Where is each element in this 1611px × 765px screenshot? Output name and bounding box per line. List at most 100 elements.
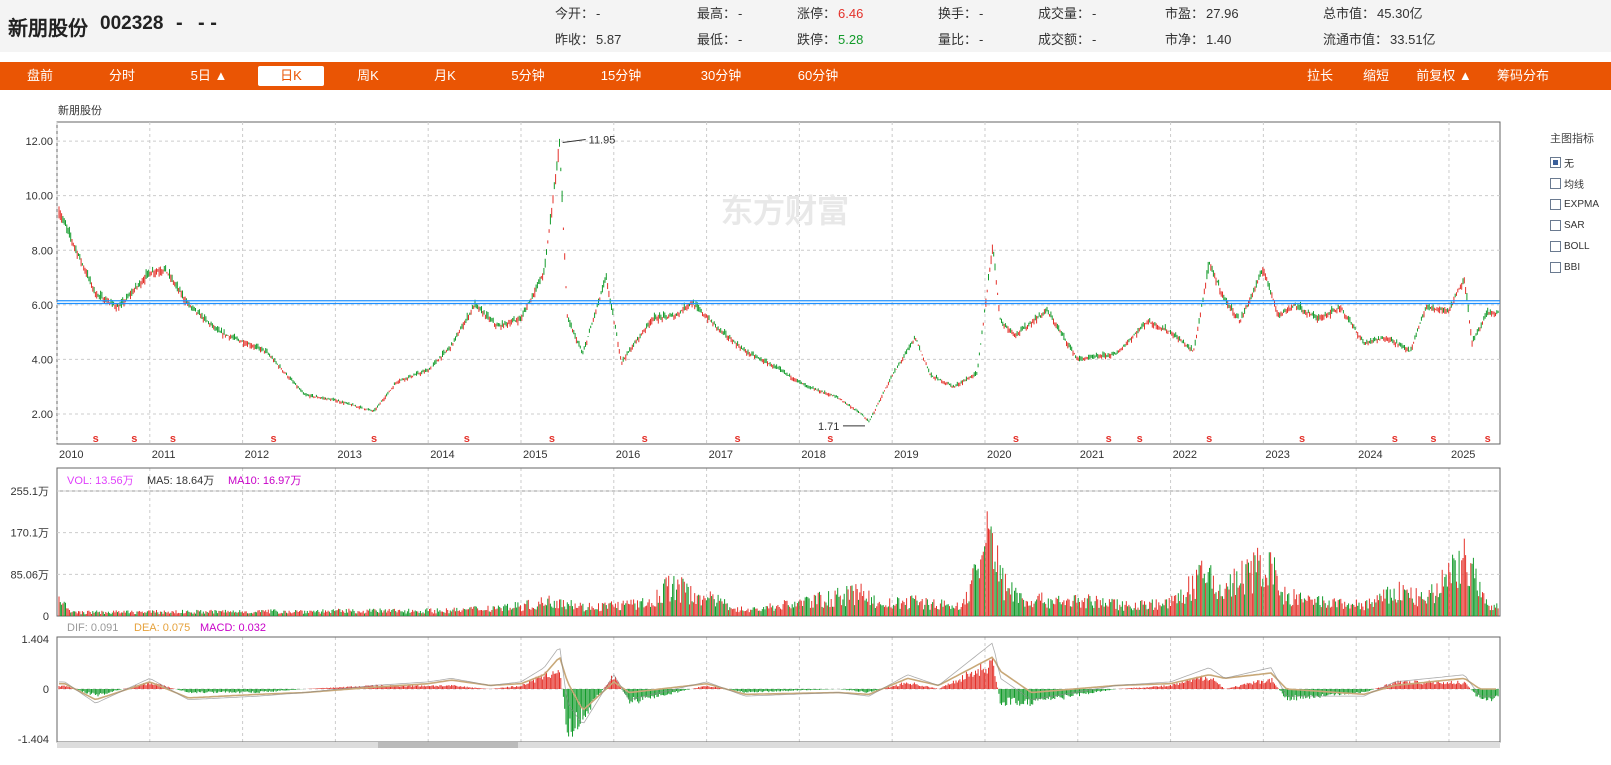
volume-legend: VOL: 13.56万 <box>67 475 134 487</box>
quote-item: 跌停： 5.28 <box>797 29 863 48</box>
dividend-marker: s <box>464 433 470 445</box>
checkbox-icon[interactable] <box>1550 178 1561 189</box>
quote-item: 换手： - <box>938 3 983 22</box>
annotation-label: 11.95 <box>589 134 616 146</box>
tab-1[interactable]: 分时 <box>92 66 152 86</box>
price-frame <box>56 121 1501 445</box>
volume-legend: MA10: 16.97万 <box>228 475 301 487</box>
checkbox-icon[interactable] <box>1550 199 1561 210</box>
tab-3[interactable]: 日K <box>258 66 324 86</box>
dividend-marker: s <box>131 433 137 445</box>
quote-value: - <box>1092 6 1097 21</box>
x-tick-label: 2012 <box>245 449 269 461</box>
quote-item: 成交额： - <box>1038 29 1096 48</box>
right-tab-3[interactable]: 筹码分布 <box>1490 66 1556 86</box>
x-tick-label: 2018 <box>801 449 825 461</box>
chart-title: 新朋股份 <box>58 103 102 117</box>
macd-legend: DEA: 0.075 <box>134 622 190 634</box>
x-tick-label: 2024 <box>1358 449 1382 461</box>
scrollbar-track <box>57 742 1500 748</box>
x-tick-label: 2023 <box>1265 449 1289 461</box>
dividend-marker: s <box>827 433 833 445</box>
right-tab-0[interactable]: 拉长 <box>1298 66 1342 86</box>
stock-header: 新朋股份 002328 - - - 今开： - 最高： - 涨停： 6.46 换手： - 成交量… <box>0 0 1611 52</box>
tab-7[interactable]: 15分钟 <box>583 66 659 86</box>
quote-value: 1.40 <box>1206 32 1232 47</box>
indicator-option[interactable]: SAR <box>1550 215 1611 236</box>
y-tick-label: 10.00 <box>25 191 53 203</box>
tab-5[interactable]: 月K <box>413 66 477 86</box>
quote-value: - <box>979 6 984 21</box>
checkbox-icon[interactable] <box>1550 241 1561 252</box>
right-tab-2[interactable]: 前复权 ▲ <box>1408 66 1480 86</box>
indicator-option[interactable]: BBI <box>1550 257 1611 278</box>
dividend-marker: s <box>371 433 377 445</box>
tab-2[interactable]: 5日 ▲ <box>176 66 242 86</box>
macd-y-tick: -1.404 <box>18 734 49 746</box>
dividend-marker: s <box>1299 433 1305 445</box>
quote-item: 市盈： 27.96 <box>1165 3 1239 22</box>
indicator-option[interactable]: BOLL <box>1550 236 1611 257</box>
macd-y-tick: 1.404 <box>21 634 49 646</box>
quote-value: 5.28 <box>838 32 864 47</box>
x-tick-label: 2015 <box>523 449 547 461</box>
indicator-option-label: EXPMA <box>1564 199 1600 210</box>
x-tick-label: 2019 <box>894 449 918 461</box>
quote-item: 最高： - <box>697 3 742 22</box>
stock-change: - - <box>198 12 217 34</box>
right-tab-1[interactable]: 缩短 <box>1354 66 1398 86</box>
indicator-option[interactable]: EXPMA <box>1550 194 1611 215</box>
dividend-marker: s <box>1137 433 1143 445</box>
quote-label: 流通市值： <box>1323 32 1389 47</box>
quote-label: 涨停： <box>797 6 837 21</box>
indicator-option-label: BOLL <box>1564 241 1590 252</box>
x-tick-label: 2022 <box>1173 449 1197 461</box>
volume-y-tick: 170.1万 <box>10 528 49 540</box>
quote-value: 33.51亿 <box>1390 32 1436 47</box>
quote-value: - <box>979 32 984 47</box>
indicator-option-label: 均线 <box>1564 180 1584 191</box>
stock-chart[interactable]: 新朋股份 2010 2011 2012 2013 2014 2015 2016 2017 2018… <box>0 92 1550 765</box>
tab-6[interactable]: 5分钟 <box>493 66 563 86</box>
tab-0[interactable]: 盘前 <box>16 66 64 86</box>
x-tick-label: 2020 <box>987 449 1011 461</box>
dividend-marker: s <box>1106 433 1112 445</box>
checkbox-icon[interactable] <box>1550 157 1561 168</box>
quote-label: 量比： <box>938 32 978 47</box>
stock-code: 002328 <box>100 13 164 34</box>
dividend-marker: s <box>1206 433 1212 445</box>
dividend-marker: s <box>270 433 276 445</box>
quote-label: 换手： <box>938 6 978 21</box>
volume-y-tick: 0 <box>43 611 49 623</box>
tab-9[interactable]: 60分钟 <box>780 66 856 86</box>
x-tick-label: 2014 <box>430 449 454 461</box>
quote-label: 市盈： <box>1165 6 1205 21</box>
checkbox-icon[interactable] <box>1550 262 1561 273</box>
indicator-option-label: BBI <box>1564 262 1581 273</box>
quote-label: 成交量： <box>1038 6 1091 21</box>
quote-label: 最高： <box>697 6 737 21</box>
quote-item: 总市值： 45.30亿 <box>1323 3 1423 22</box>
quote-label: 昨收： <box>555 32 595 47</box>
tab-4[interactable]: 周K <box>338 66 398 86</box>
stock-price: - <box>176 12 183 34</box>
volume-frame <box>56 467 1501 617</box>
dividend-marker: s <box>1430 433 1436 445</box>
tab-8[interactable]: 30分钟 <box>683 66 759 86</box>
quote-item: 成交量： - <box>1038 3 1096 22</box>
x-tick-label: 2011 <box>152 449 176 461</box>
quote-label: 总市值： <box>1323 6 1376 21</box>
x-tick-label: 2025 <box>1451 449 1475 461</box>
dividend-marker: s <box>642 433 648 445</box>
checkbox-icon[interactable] <box>1550 220 1561 231</box>
volume-legend: MA5: 18.64万 <box>147 475 214 487</box>
indicator-option[interactable]: 无 <box>1550 152 1611 173</box>
quote-value: 45.30亿 <box>1377 6 1423 21</box>
quote-value: - <box>738 32 743 47</box>
stock-name: 新朋股份 <box>8 18 88 40</box>
annotation-arrow <box>562 138 586 143</box>
indicator-option[interactable]: 均线 <box>1550 173 1611 194</box>
quote-value: - <box>738 6 743 21</box>
volume-y-tick: 255.1万 <box>10 486 49 498</box>
macd-legend: DIF: 0.091 <box>67 622 118 634</box>
